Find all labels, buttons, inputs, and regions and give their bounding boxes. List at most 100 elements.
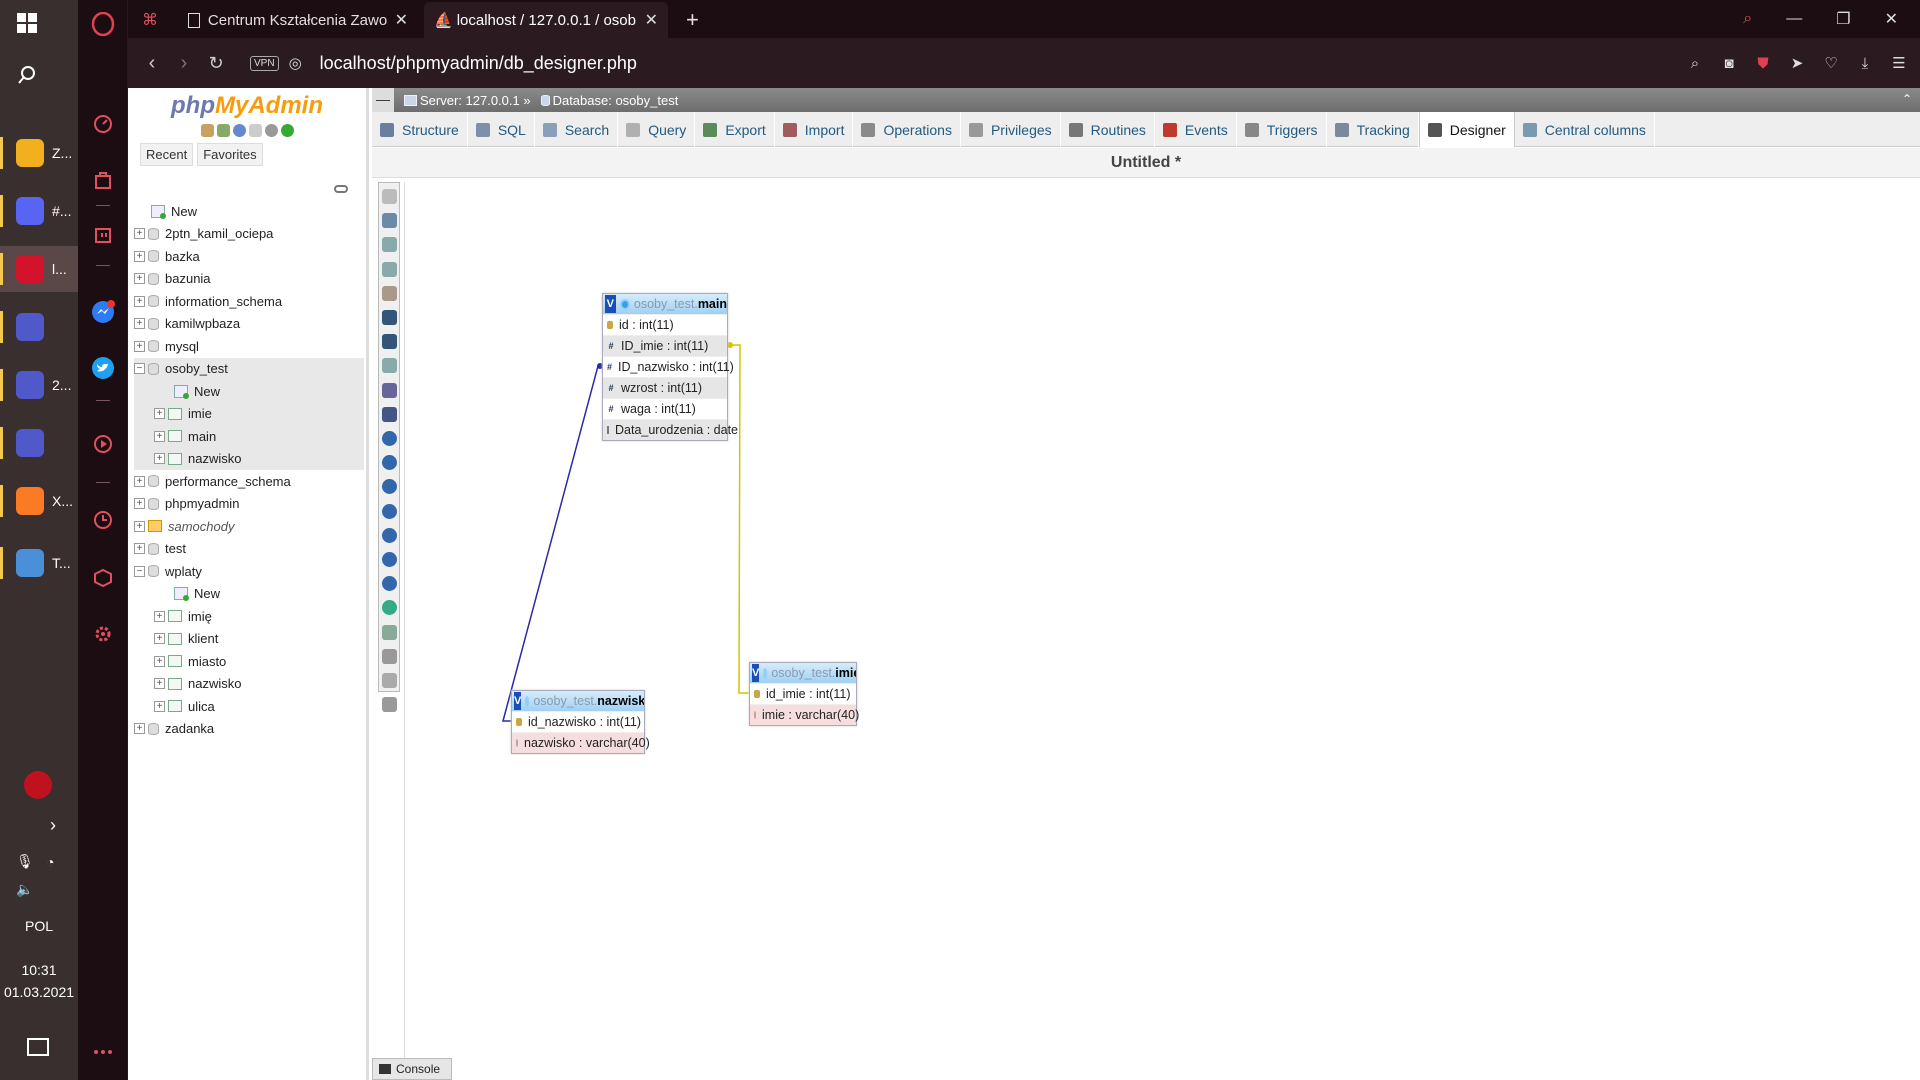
- close-tab-icon[interactable]: ✕: [387, 10, 408, 30]
- download-icon[interactable]: ⤓: [1854, 52, 1876, 74]
- forward-button[interactable]: ›: [168, 52, 200, 75]
- speed-dial-icon[interactable]: [91, 112, 115, 136]
- opera-menu-icon[interactable]: [91, 12, 115, 36]
- tab-privileges[interactable]: Privileges: [961, 112, 1061, 147]
- edit-page-icon[interactable]: [382, 285, 397, 301]
- chevron-up-icon[interactable]: ⌃: [1902, 92, 1912, 106]
- designer-table-nazwisko[interactable]: Vosoby_test.nazwisko id_nazwisko : int(11…: [511, 690, 650, 754]
- twitter-icon[interactable]: [91, 356, 115, 380]
- table-options-icon[interactable]: [525, 695, 530, 707]
- expand-icon[interactable]: +: [134, 273, 145, 285]
- favorites-button[interactable]: Favorites: [197, 143, 263, 166]
- expand-icon[interactable]: +: [154, 633, 165, 645]
- twitch-icon[interactable]: [91, 225, 115, 249]
- expand-icon[interactable]: +: [154, 655, 165, 667]
- tree-db-item[interactable]: − wplaty: [134, 560, 364, 583]
- designer-column-row[interactable]: id : int(11): [603, 314, 727, 335]
- tree-db-item[interactable]: + test: [134, 538, 364, 561]
- create-table-icon[interactable]: [382, 382, 397, 398]
- create-relation-icon[interactable]: [382, 406, 397, 422]
- tab-designer[interactable]: Designer: [1418, 112, 1515, 147]
- tree-new-item[interactable]: New: [134, 380, 364, 403]
- table-options-icon[interactable]: [619, 298, 630, 310]
- camera-icon[interactable]: ◙: [1718, 52, 1740, 74]
- tree-new-item[interactable]: New: [134, 200, 364, 223]
- home-icon[interactable]: [200, 124, 214, 137]
- taskbar-app-teams[interactable]: [0, 304, 78, 350]
- tree-db-item[interactable]: + information_schema: [134, 290, 364, 313]
- tree-table-item[interactable]: + nazwisko: [134, 673, 364, 696]
- expand-icon[interactable]: +: [134, 475, 145, 487]
- tree-db-item[interactable]: + kamilwpbaza: [134, 313, 364, 336]
- tab-operations[interactable]: Operations: [853, 112, 961, 147]
- tree-db-item[interactable]: + samochody: [134, 515, 364, 538]
- url-field[interactable]: localhost/phpmyadmin/db_designer.php: [320, 53, 637, 74]
- taskbar-app-teams[interactable]: [0, 420, 78, 466]
- angular-links-icon[interactable]: [382, 189, 397, 204]
- choose-display-field-icon[interactable]: [382, 431, 397, 446]
- expand-icon[interactable]: +: [154, 408, 165, 420]
- tab-routines[interactable]: Routines: [1061, 112, 1155, 147]
- tree-table-item[interactable]: + nazwisko: [134, 447, 364, 470]
- settings-gear-icon[interactable]: [91, 622, 115, 646]
- designer-column-row[interactable]: imie : varchar(40): [750, 704, 859, 725]
- taskbar-app-teams[interactable]: 2...: [0, 362, 78, 408]
- microphone-icon[interactable]: 🎙: [16, 853, 34, 870]
- expand-icon[interactable]: +: [134, 228, 145, 240]
- vpn-badge[interactable]: VPN: [250, 55, 279, 71]
- toggle-relation-lines-icon[interactable]: [382, 600, 397, 616]
- toggle-columns-icon[interactable]: V: [514, 692, 522, 710]
- shopping-bag-icon[interactable]: [91, 168, 115, 192]
- tab-structure[interactable]: Structure: [372, 112, 468, 147]
- designer-column-row[interactable]: # waga : int(11): [603, 398, 727, 419]
- clock-time[interactable]: 10:31: [0, 962, 78, 978]
- collapse-icon[interactable]: −: [134, 363, 145, 375]
- expand-icon[interactable]: +: [134, 498, 145, 510]
- reload-nav-icon[interactable]: [280, 124, 294, 137]
- designer-column-row[interactable]: id_imie : int(11): [750, 683, 856, 704]
- designer-table-header[interactable]: Vosoby_test.imie: [750, 663, 856, 683]
- lens-icon[interactable]: ⌕: [1684, 52, 1706, 74]
- tree-db-item[interactable]: + phpmyadmin: [134, 493, 364, 516]
- expand-icon[interactable]: +: [154, 610, 165, 622]
- tab-export[interactable]: Export: [695, 112, 775, 147]
- tab-import[interactable]: Import: [775, 112, 854, 147]
- tree-table-item[interactable]: + main: [134, 425, 364, 448]
- close-window-icon[interactable]: ✕: [1885, 9, 1898, 29]
- expand-icon[interactable]: +: [134, 340, 145, 352]
- taskbar-app-xampp[interactable]: X...: [0, 478, 78, 524]
- help-icon[interactable]: [382, 479, 397, 495]
- docs-icon[interactable]: [248, 124, 262, 137]
- build-query-icon[interactable]: [382, 648, 397, 664]
- tree-table-item[interactable]: + imie: [134, 402, 364, 425]
- expand-icon[interactable]: +: [134, 250, 145, 262]
- tree-db-item[interactable]: +2ptn_kamil_ociepa: [134, 223, 364, 246]
- reload-icon[interactable]: [382, 455, 397, 471]
- breadcrumb-database[interactable]: Database: osoby_test: [540, 93, 678, 108]
- expand-icon[interactable]: +: [154, 678, 165, 690]
- designer-table-imie[interactable]: Vosoby_test.imie id_imie : int(11) imie : …: [749, 662, 859, 726]
- tab-centrum[interactable]: Centrum Kształcenia Zawod ✕: [178, 2, 418, 38]
- expand-icon[interactable]: +: [134, 318, 145, 330]
- expand-icon[interactable]: +: [154, 700, 165, 712]
- expand-icon[interactable]: +: [134, 520, 145, 532]
- expand-icon[interactable]: +: [154, 453, 165, 465]
- player-icon[interactable]: [91, 432, 115, 456]
- angular-direct-icon[interactable]: [382, 503, 397, 519]
- new-tab-button[interactable]: +: [676, 2, 712, 38]
- tab-pinned-game[interactable]: ⌘: [132, 2, 160, 38]
- tree-db-item[interactable]: + bazka: [134, 245, 364, 268]
- designer-column-row[interactable]: # wzrost : int(11): [603, 377, 727, 398]
- link-with-main-icon[interactable]: [334, 185, 348, 193]
- clock-date[interactable]: 01.03.2021: [0, 984, 78, 1000]
- save-as-icon[interactable]: [382, 334, 397, 350]
- tree-table-item[interactable]: + klient: [134, 628, 364, 651]
- language-indicator[interactable]: POL: [0, 918, 78, 934]
- send-icon[interactable]: ➤: [1786, 52, 1808, 74]
- tree-db-item[interactable]: + mysql: [134, 335, 364, 358]
- settings-icon[interactable]: [264, 124, 278, 137]
- notifications-icon[interactable]: [27, 1038, 49, 1056]
- reload-button[interactable]: ↻: [200, 53, 232, 74]
- move-menu-icon[interactable]: [382, 673, 397, 688]
- heart-icon[interactable]: ♡: [1820, 52, 1842, 74]
